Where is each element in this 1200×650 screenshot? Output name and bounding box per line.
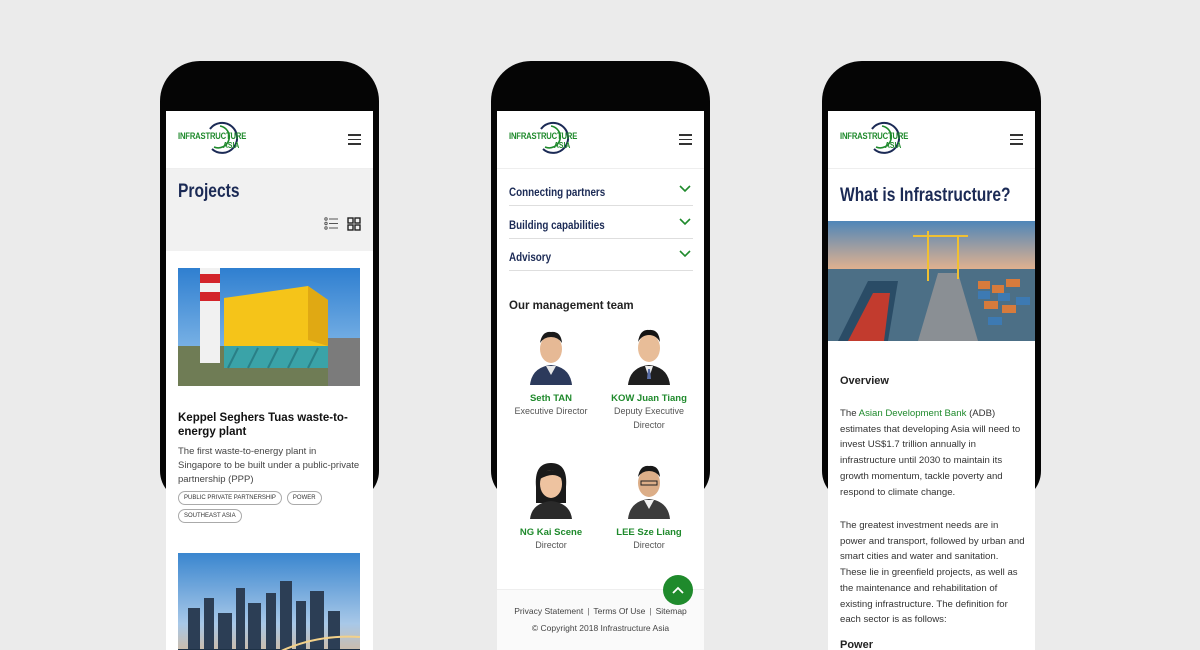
infrastructure-asia-logo[interactable]: INFRASTRUCTURE ASIA	[840, 121, 920, 161]
chevron-down-icon	[679, 250, 691, 258]
management-team-heading: Our management team	[509, 300, 634, 312]
team-member-role: Director	[535, 540, 567, 550]
hamburger-icon[interactable]	[1010, 134, 1023, 145]
overview-paragraph-2: The greatest investment needs are in pow…	[840, 520, 1025, 626]
avatar	[628, 329, 670, 385]
accordion-building-capabilities[interactable]: Building capabilities	[509, 207, 693, 239]
chevron-down-icon	[679, 185, 691, 193]
site-header: INFRASTRUCTURE ASIA	[497, 111, 704, 169]
page-title: What is Infrastructure?	[840, 185, 1011, 206]
para-text: (ADB) estimates that developing Asia wil…	[840, 408, 1021, 498]
phone-what-is-infrastructure: INFRASTRUCTURE ASIA What is Infrastructu…	[822, 61, 1041, 650]
team-member-name: Seth TAN	[529, 393, 573, 404]
logo-text-line1: INFRASTRUCTURE	[509, 131, 578, 141]
project-image-waste-plant[interactable]	[178, 268, 360, 386]
page-title: Projects	[178, 181, 240, 202]
avatar	[628, 465, 670, 519]
phone-about: INFRASTRUCTURE ASIA Connecting partners …	[491, 61, 710, 650]
accordion-label: Connecting partners	[509, 185, 606, 199]
logo-text-line2: ASIA	[885, 141, 902, 150]
copyright: © Copyright 2018 Infrastructure Asia	[531, 623, 670, 633]
chevron-down-icon	[679, 218, 691, 226]
site-header: INFRASTRUCTURE ASIA	[166, 111, 373, 169]
team-member-card[interactable]: NG Kai Scene Director	[505, 457, 597, 552]
team-member-role: Executive Director	[514, 406, 588, 416]
project-tags: PUBLIC PRIVATE PARTNERSHIP POWER SOUTHEA…	[178, 491, 360, 523]
phone-screen: INFRASTRUCTURE ASIA Projects Keppel Segh…	[166, 111, 373, 650]
footer-link-privacy[interactable]: Privacy Statement	[514, 606, 583, 616]
infrastructure-asia-logo[interactable]: INFRASTRUCTURE ASIA	[509, 121, 589, 161]
phone-projects: INFRASTRUCTURE ASIA Projects Keppel Segh…	[160, 61, 379, 650]
footer-link-terms[interactable]: Terms Of Use	[593, 606, 645, 616]
phone-screen: INFRASTRUCTURE ASIA What is Infrastructu…	[828, 111, 1035, 650]
logo-text-line2: ASIA	[223, 141, 240, 150]
avatar	[530, 463, 572, 519]
hamburger-icon[interactable]	[679, 134, 692, 145]
power-heading: Power	[840, 639, 874, 650]
tag-ppp[interactable]: PUBLIC PRIVATE PARTNERSHIP	[178, 491, 282, 505]
tag-southeast-asia[interactable]: SOUTHEAST ASIA	[178, 509, 242, 523]
footer-link-sitemap[interactable]: Sitemap	[656, 606, 687, 616]
team-member-card[interactable]: LEE Sze Liang Director	[603, 457, 695, 552]
team-member-name: KOW Juan Tiang	[611, 393, 687, 404]
accordion-label: Building capabilities	[509, 218, 605, 232]
accordion-advisory[interactable]: Advisory	[509, 239, 693, 271]
team-member-name: LEE Sze Liang	[616, 527, 682, 538]
para-text: The	[840, 408, 859, 419]
logo-text-line1: INFRASTRUCTURE	[178, 131, 247, 141]
chevron-up-icon	[672, 586, 684, 594]
team-member-card[interactable]: Seth TAN Executive Director	[505, 323, 597, 418]
tag-power[interactable]: POWER	[286, 491, 322, 505]
team-member-role: Director	[633, 540, 665, 550]
list-view-icon[interactable]	[324, 217, 338, 230]
accordion-label: Advisory	[509, 250, 552, 264]
back-to-top-button[interactable]	[663, 575, 693, 605]
avatar	[530, 331, 572, 385]
site-header: INFRASTRUCTURE ASIA	[828, 111, 1035, 169]
hamburger-icon[interactable]	[348, 134, 361, 145]
footer-links: Privacy Statement | Terms Of Use | Sitemap	[514, 606, 687, 616]
accordion-connecting-partners[interactable]: Connecting partners	[509, 174, 693, 206]
infrastructure-asia-logo[interactable]: INFRASTRUCTURE ASIA	[178, 121, 258, 161]
page-title-bar: Projects	[166, 169, 373, 251]
team-member-name: NG Kai Scene	[519, 527, 583, 538]
logo-text-line2: ASIA	[554, 141, 571, 150]
adb-link[interactable]: Asian Development Bank	[859, 408, 967, 419]
overview-paragraph-1: The Asian Development Bank (ADB) estimat…	[840, 406, 1025, 500]
port-hero-image	[828, 221, 1035, 341]
team-member-card[interactable]: KOW Juan Tiang Deputy Executive Director	[603, 323, 695, 432]
phone-screen: INFRASTRUCTURE ASIA Connecting partners …	[497, 111, 704, 650]
project-title[interactable]: Keppel Seghers Tuas waste-to-energy plan…	[178, 411, 360, 439]
overview-heading: Overview	[840, 375, 889, 387]
project-description: The first waste-to-energy plant in Singa…	[178, 446, 360, 485]
view-toggle	[324, 217, 361, 231]
logo-text-line1: INFRASTRUCTURE	[840, 131, 909, 141]
project-image-skyline[interactable]	[178, 553, 360, 650]
team-member-role: Deputy Executive Director	[613, 406, 685, 430]
grid-view-icon[interactable]	[347, 217, 361, 231]
